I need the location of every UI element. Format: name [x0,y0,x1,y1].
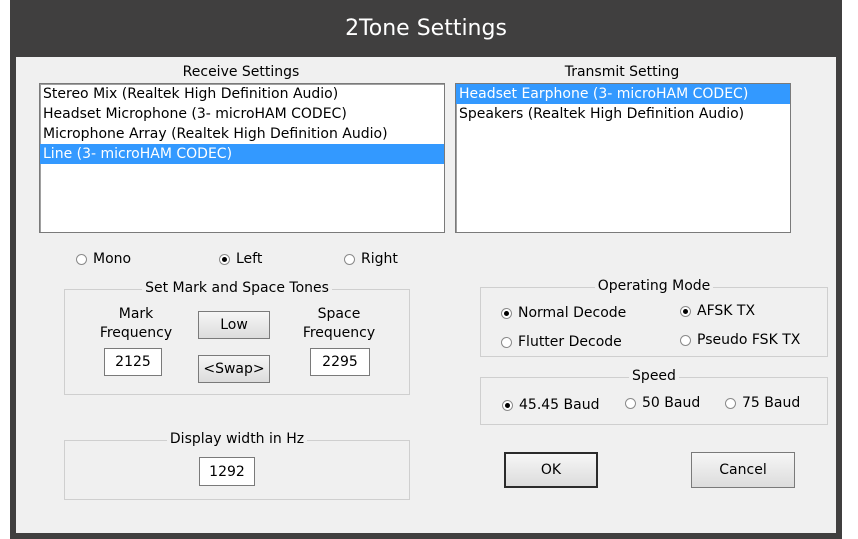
window-title: 2Tone Settings [345,16,507,41]
baud-75-radio[interactable]: 75 Baud [725,395,800,411]
ok-button[interactable]: OK [504,452,598,488]
receive-item-stereo-mix[interactable]: Stereo Mix (Realtek High Definition Audi… [40,84,444,104]
afsk-tx-radio[interactable]: AFSK TX [680,303,755,319]
left-radio[interactable]: Left [219,251,262,267]
operating-mode-title: Operating Mode [594,278,714,294]
swap-button[interactable]: <Swap> [198,355,270,383]
baud-50-radio[interactable]: 50 Baud [625,395,700,411]
dialog-client-area: Receive Settings Stereo Mix (Realtek Hig… [16,57,836,533]
title-bar[interactable]: 2Tone Settings [10,0,842,57]
flutter-decode-indicator [501,336,512,348]
transmit-setting-label: Transmit Setting [564,64,680,80]
right-radio-label: Right [361,251,398,267]
low-button[interactable]: Low [198,311,270,339]
space-frequency-input[interactable]: 2295 [310,348,370,376]
receive-settings-label: Receive Settings [182,64,300,80]
settings-window: 2Tone Settings Receive Settings Stereo M… [10,0,842,539]
baud-75-indicator [725,397,736,409]
transmit-item-headset-earphone[interactable]: Headset Earphone (3- microHAM CODEC) [456,84,790,104]
display-width-input[interactable]: 1292 [199,457,255,486]
baud-45-label: 45.45 Baud [519,397,600,413]
normal-decode-indicator [501,307,512,319]
pseudo-fsk-tx-indicator [680,334,691,346]
transmit-device-list[interactable]: Headset Earphone (3- microHAM CODEC) Spe… [455,83,791,233]
speed-title: Speed [629,368,679,384]
transmit-item-speakers[interactable]: Speakers (Realtek High Definition Audio) [456,104,790,124]
receive-item-microphone-array[interactable]: Microphone Array (Realtek High Definitio… [40,124,444,144]
cancel-button[interactable]: Cancel [691,452,795,488]
mono-radio-indicator [76,253,87,265]
receive-item-line[interactable]: Line (3- microHAM CODEC) [40,144,444,164]
mark-frequency-input[interactable]: 2125 [104,348,162,376]
right-radio[interactable]: Right [344,251,398,267]
space-label: Space [317,306,361,322]
pseudo-fsk-tx-radio[interactable]: Pseudo FSK TX [680,332,800,348]
receive-device-list[interactable]: Stereo Mix (Realtek High Definition Audi… [39,83,445,233]
receive-item-headset-microphone[interactable]: Headset Microphone (3- microHAM CODEC) [40,104,444,124]
left-radio-label: Left [236,251,263,267]
normal-decode-label: Normal Decode [518,305,627,321]
pseudo-fsk-tx-label: Pseudo FSK TX [697,332,801,348]
mono-radio-label: Mono [93,251,132,267]
baud-45-indicator [502,399,513,411]
baud-50-indicator [625,397,636,409]
baud-50-label: 50 Baud [642,395,701,411]
afsk-tx-indicator [680,305,691,317]
baud-75-label: 75 Baud [742,395,801,411]
flutter-decode-radio[interactable]: Flutter Decode [501,334,622,350]
mark-label: Mark [118,306,154,322]
baud-45-radio[interactable]: 45.45 Baud [502,397,599,413]
mark-frequency-label: Frequency [99,325,173,341]
space-frequency-label: Frequency [302,325,376,341]
normal-decode-radio[interactable]: Normal Decode [501,305,626,321]
afsk-tx-label: AFSK TX [697,303,756,319]
display-width-title: Display width in Hz [166,431,308,447]
tones-group-title: Set Mark and Space Tones [142,280,332,296]
flutter-decode-label: Flutter Decode [518,334,622,350]
right-radio-indicator [344,253,355,265]
mono-radio[interactable]: Mono [76,251,131,267]
left-radio-indicator [219,253,230,265]
